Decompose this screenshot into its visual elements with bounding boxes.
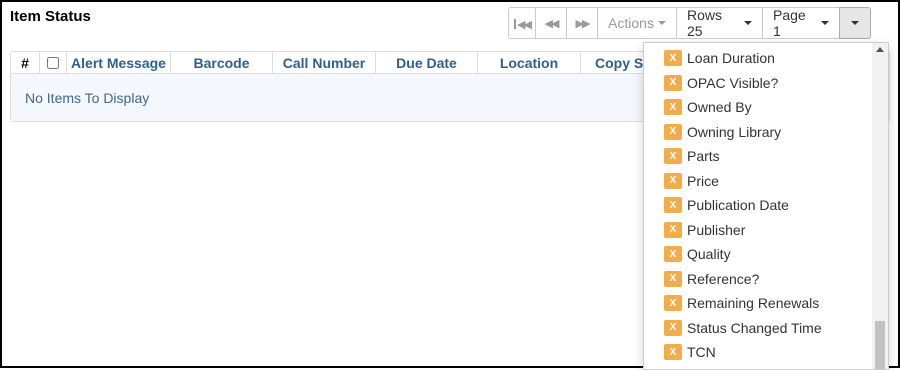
previous-page-icon: ◀◀ <box>544 17 560 30</box>
column-option-label: Status Changed Time <box>687 319 822 336</box>
remove-column-icon: X <box>664 50 682 67</box>
column-option-label: Quality <box>687 246 731 263</box>
item-status-panel: Item Status ◀◀ ◀◀ ▶▶ Actions Rows 25 Pag… <box>0 0 900 370</box>
remove-column-icon: X <box>664 123 682 140</box>
column-header-index: # <box>11 52 40 73</box>
column-option-label: Parts <box>687 148 720 165</box>
remove-column-icon: X <box>664 344 682 361</box>
chevron-down-icon <box>657 21 666 25</box>
column-option[interactable]: X Price <box>644 169 888 194</box>
remove-column-icon: X <box>664 99 682 116</box>
previous-page-button[interactable]: ◀◀ <box>535 7 567 39</box>
grid-toolbar: ◀◀ ◀◀ ▶▶ Actions Rows 25 Page 1 <box>508 7 871 39</box>
column-option-label: Reference? <box>687 270 760 287</box>
column-option[interactable]: X Remaining Renewals <box>644 291 888 316</box>
column-header-location[interactable]: Location <box>478 52 581 73</box>
remove-column-icon: X <box>664 270 682 287</box>
chevron-down-icon <box>821 21 829 25</box>
column-option-label: Publisher <box>687 221 746 238</box>
remove-column-icon: X <box>664 221 682 238</box>
column-option[interactable]: X Owning Library <box>644 120 888 145</box>
column-header-barcode[interactable]: Barcode <box>171 52 273 73</box>
column-option-label: Price <box>687 172 719 189</box>
scroll-up-arrow-icon[interactable] <box>876 47 884 52</box>
remove-column-icon: X <box>664 74 682 91</box>
column-header-select-all <box>40 52 67 73</box>
next-page-icon: ▶▶ <box>575 17 591 30</box>
column-option[interactable]: X Reference? <box>644 267 888 292</box>
column-option-label: Owning Library <box>687 123 782 140</box>
actions-label: Actions <box>608 15 654 31</box>
actions-dropdown[interactable]: Actions <box>597 7 677 39</box>
first-page-button[interactable]: ◀◀ <box>508 7 536 39</box>
column-option[interactable]: X OPAC Visible? <box>644 71 888 96</box>
rows-label: Rows 25 <box>687 7 723 39</box>
remove-column-icon: X <box>664 172 682 189</box>
column-option-label: Remaining Renewals <box>687 295 820 312</box>
column-option[interactable]: X Quality <box>644 242 888 267</box>
column-option-label: Loan Duration <box>687 50 775 67</box>
column-option-label: Publication Date <box>687 197 789 214</box>
remove-column-icon: X <box>664 197 682 214</box>
chevron-down-icon <box>744 21 752 25</box>
column-option[interactable]: X Parts <box>644 144 888 169</box>
column-picker-list: X Loan Duration X OPAC Visible? X Owned By X Ow… <box>644 43 888 365</box>
menu-scrollbar[interactable] <box>872 43 888 369</box>
next-page-button[interactable]: ▶▶ <box>566 7 598 39</box>
page-dropdown[interactable]: Page 1 <box>762 7 840 39</box>
select-all-checkbox[interactable] <box>47 56 59 69</box>
remove-column-icon: X <box>664 295 682 312</box>
column-option[interactable]: X TCN <box>644 340 888 365</box>
column-header-due-date[interactable]: Due Date <box>376 52 478 73</box>
column-option[interactable]: X Owned By <box>644 95 888 120</box>
page-label: Page 1 <box>773 7 806 39</box>
column-option[interactable]: X Publisher <box>644 218 888 243</box>
column-option-label: Owned By <box>687 99 752 116</box>
caret-down-icon <box>851 21 859 25</box>
column-picker-menu: X Loan Duration X OPAC Visible? X Owned By X Ow… <box>643 42 889 370</box>
first-page-icon: ◀◀ <box>514 15 532 31</box>
column-option[interactable]: X Status Changed Time <box>644 316 888 341</box>
remove-column-icon: X <box>664 319 682 336</box>
remove-column-icon: X <box>664 148 682 165</box>
column-picker-button[interactable] <box>839 7 871 39</box>
rows-dropdown[interactable]: Rows 25 <box>676 7 763 39</box>
column-option[interactable]: X Publication Date <box>644 193 888 218</box>
column-option[interactable]: X Loan Duration <box>644 46 888 71</box>
column-header-alert-message[interactable]: Alert Message <box>67 52 171 73</box>
scrollbar-thumb[interactable] <box>875 321 885 369</box>
column-header-call-number[interactable]: Call Number <box>273 52 376 73</box>
remove-column-icon: X <box>664 246 682 263</box>
column-option-label: TCN <box>687 344 716 361</box>
column-option-label: OPAC Visible? <box>687 74 779 91</box>
panel-title: Item Status <box>10 8 91 25</box>
